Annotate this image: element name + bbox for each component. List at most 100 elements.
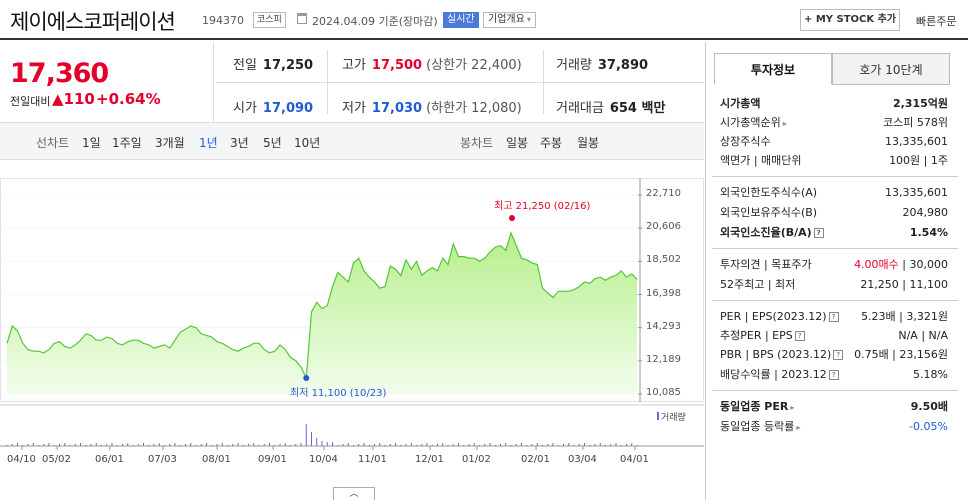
y-tick-label: 16,398 [646, 287, 681, 299]
high-annotation: 최고 21,250 (02/16) [494, 201, 591, 212]
y-tick-label: 10,085 [646, 387, 681, 398]
period-5y[interactable]: 5년 [263, 134, 282, 151]
x-tick-label: 02/01 [521, 454, 550, 465]
period-3m[interactable]: 3개월 [155, 134, 185, 151]
stat-value: 17,250 [262, 58, 314, 73]
info-value: 204,980 [902, 206, 949, 219]
info-value: 1.54% [909, 226, 948, 239]
info-row: PER | EPS(2023.12)? 5.23배 | 3,321원 [720, 308, 948, 326]
help-icon[interactable]: ? [828, 370, 839, 380]
company-name[interactable]: 제이에스코퍼레이션 [10, 6, 176, 36]
x-tick-label: 05/02 [42, 454, 71, 465]
y-tick-label: 12,189 [646, 353, 681, 365]
period-3y[interactable]: 3년 [230, 134, 249, 151]
upper-limit: (상한가 22,400) [426, 58, 522, 73]
period-10y[interactable]: 10년 [294, 134, 320, 151]
section-divider [712, 176, 958, 177]
info-row: 외국인한도주식수(A) 13,335,601 [720, 184, 948, 202]
stat-label: 전일 [233, 58, 257, 73]
y-tick-label: 22,710 [646, 188, 681, 199]
x-tick-label: 10/04 [309, 454, 338, 465]
stat-prev-close: 전일 17,250 [233, 54, 313, 73]
info-label: 추정PER | EPS? [720, 327, 805, 345]
chevron-right-icon[interactable]: ▸ [790, 403, 794, 412]
x-tick-label: 11/01 [358, 454, 387, 465]
stat-label: 저가 [342, 101, 366, 116]
period-1d[interactable]: 1일 [82, 134, 101, 151]
chevron-right-icon[interactable]: ▸ [796, 423, 800, 432]
tab-investment-info[interactable]: 투자정보 [714, 53, 832, 85]
stat-value: 17,090 [262, 101, 314, 116]
info-value: 13,335,601 [885, 186, 948, 199]
x-tick-label: 12/01 [415, 454, 444, 465]
x-tick-label: 09/01 [258, 454, 287, 465]
chevron-right-icon[interactable]: ▸ [783, 119, 787, 128]
info-value: 5.18% [913, 368, 948, 381]
price-chart[interactable] [0, 160, 704, 487]
my-stock-add-button[interactable]: + MY STOCK 추가 [800, 9, 900, 31]
y-tick-label: 20,606 [646, 221, 681, 233]
info-value: 5.23배 | 3,321원 [861, 310, 948, 323]
info-row: 외국인소진율(B/A)? 1.54% [720, 224, 948, 242]
change-value: ▲110 [52, 90, 95, 108]
high-marker [509, 215, 515, 222]
info-label: 외국인소진율(B/A)? [720, 224, 824, 242]
section-divider [712, 300, 958, 301]
info-row: 상장주식수 13,335,601 [720, 133, 948, 151]
help-icon[interactable]: ? [833, 350, 844, 360]
section-divider [712, 390, 958, 391]
info-value: 100원 | 1주 [889, 154, 948, 167]
help-icon[interactable]: ? [828, 312, 839, 322]
x-tick-label: 07/03 [148, 454, 177, 465]
lower-limit: (하한가 12,080) [426, 101, 522, 116]
help-icon[interactable]: ? [794, 331, 805, 341]
current-price: 17,360 [10, 58, 109, 89]
company-overview-button[interactable]: 기업개요 ▾ [483, 12, 536, 28]
quick-order-button[interactable]: 빠른주문 [916, 13, 956, 29]
realtime-badge[interactable]: 실시간 [443, 12, 479, 28]
stat-value: 17,500 [371, 58, 423, 73]
change-label: 전일대비 [10, 95, 51, 108]
stat-high: 고가 17,500 (상한가 22,400) [342, 54, 522, 73]
info-row: 52주최고 | 최저 21,250 | 11,100 [720, 276, 948, 294]
candle-daily[interactable]: 일봉 [506, 134, 528, 151]
info-label: 시가총액순위 ▸ [720, 116, 787, 129]
info-label: 액면가 | 매매단위 [720, 154, 802, 167]
info-label: PBR | BPS (2023.12)? [720, 346, 844, 364]
tab-order-book-10[interactable]: 호가 10단계 [832, 53, 950, 85]
info-row: 액면가 | 매매단위 100원 | 1주 [720, 152, 948, 170]
info-row: 추정PER | EPS? N/A | N/A [720, 327, 948, 345]
period-1y[interactable]: 1년 [199, 134, 218, 151]
candle-weekly[interactable]: 주봉 [540, 134, 562, 151]
info-row: 동일업종 등락률 ▸ -0.05% [720, 418, 948, 436]
info-value: 21,250 | 11,100 [860, 278, 948, 291]
info-value: 9.50배 [910, 400, 948, 413]
stock-code: 194370 [202, 14, 244, 27]
volume-legend-swatch [657, 412, 659, 420]
stock-header: 제이에스코퍼레이션 194370 코스피 2024.04.09 기준(장마감) … [0, 0, 968, 40]
opinion-value: 4.00매수 [854, 258, 899, 271]
stat-value: 37,890 [597, 58, 649, 73]
info-label: 시가총액 [720, 97, 761, 110]
info-row: 시가총액순위 ▸ 코스피 578위 [720, 114, 948, 132]
help-icon[interactable]: ? [813, 228, 824, 238]
stat-value: 654 백만 [609, 101, 666, 116]
low-annotation: 최저 11,100 (10/23) [290, 388, 387, 399]
stat-open: 시가 17,090 [233, 97, 313, 116]
period-1w[interactable]: 1주일 [112, 134, 142, 151]
info-label: PER | EPS(2023.12)? [720, 308, 839, 326]
chevron-down-icon: ▾ [526, 15, 531, 24]
x-tick-label: 03/04 [568, 454, 597, 465]
market-badge: 코스피 [253, 12, 286, 28]
stat-label: 거래대금 [556, 101, 604, 116]
chart-collapse-button[interactable]: ︿ [333, 487, 375, 500]
x-tick-label: 04/01 [620, 454, 649, 465]
line-chart-label[interactable]: 선차트 [36, 134, 69, 151]
price-area [7, 233, 637, 394]
candle-chart-label[interactable]: 봉차트 [460, 134, 493, 151]
info-label: 외국인보유주식수(B) [720, 206, 818, 219]
candle-monthly[interactable]: 월봉 [577, 134, 599, 151]
info-value: N/A | N/A [898, 329, 948, 342]
info-label: 외국인한도주식수(A) [720, 186, 818, 199]
info-value: 0.75배 | 23,156원 [854, 348, 948, 361]
